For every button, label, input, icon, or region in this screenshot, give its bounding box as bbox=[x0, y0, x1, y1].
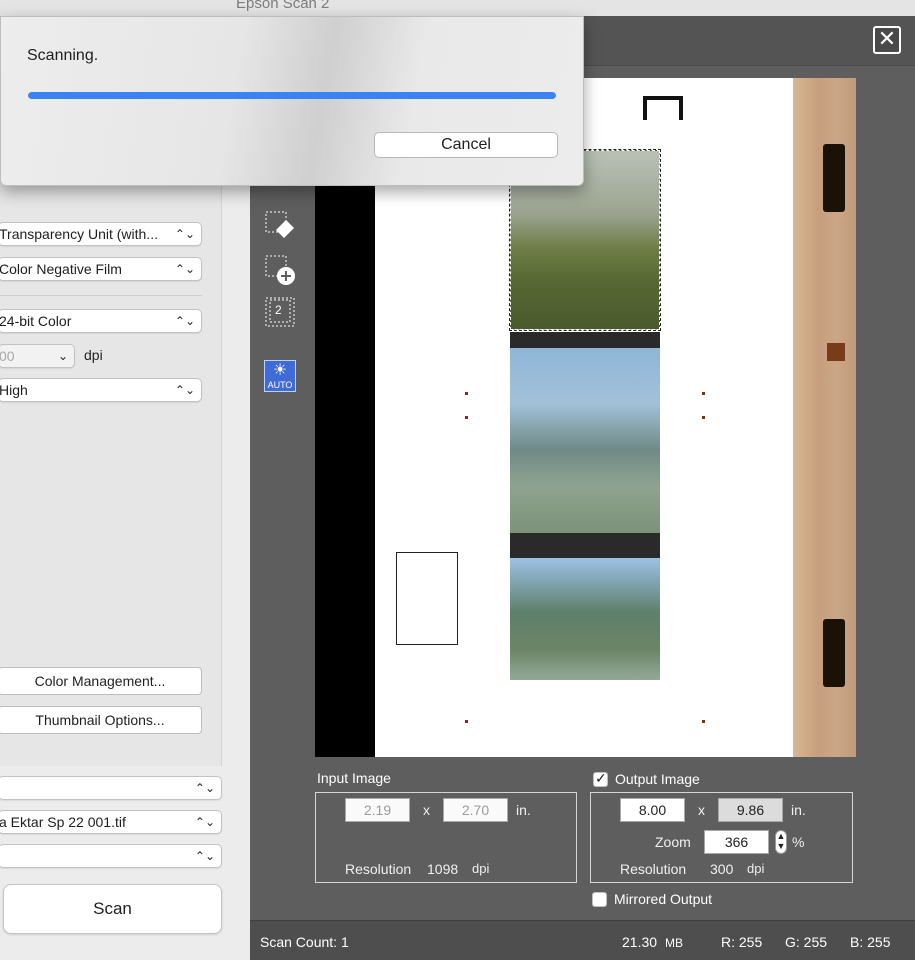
dust-dot bbox=[702, 720, 705, 723]
window-title: Epson Scan 2 bbox=[236, 0, 330, 12]
resolution-select[interactable]: 00 ⌄ bbox=[0, 344, 75, 368]
film-type-value: Color Negative Film bbox=[0, 261, 122, 277]
green-value: G: 255 bbox=[785, 934, 828, 950]
output-width-field[interactable]: 8.00 bbox=[620, 798, 685, 822]
output-resolution-label: Resolution bbox=[620, 861, 687, 877]
divider bbox=[0, 295, 202, 296]
output-image-label: Output Image bbox=[615, 771, 700, 787]
resolution-value: 00 bbox=[0, 348, 15, 364]
thumbnail-options-button[interactable]: Thumbnail Options... bbox=[0, 706, 202, 734]
film-mark bbox=[827, 343, 845, 361]
input-height-field[interactable]: 2.70 bbox=[443, 798, 508, 822]
chevron-updown-icon: ⌃⌄ bbox=[174, 314, 195, 328]
film-frame[interactable] bbox=[510, 558, 660, 680]
corner-marker bbox=[643, 96, 683, 120]
input-x-separator: x bbox=[423, 802, 430, 818]
document-source-value: Transparency Unit (with... bbox=[0, 226, 158, 242]
chevron-updown-icon: ⌃⌄ bbox=[194, 781, 215, 795]
sprocket-hole bbox=[823, 619, 845, 687]
zoom-label: Zoom bbox=[655, 834, 691, 850]
input-image-box: 2.19 x 2.70 in. Resolution 1098 dpi bbox=[315, 792, 577, 883]
auto-exposure-button[interactable]: ☀ AUTO bbox=[264, 360, 296, 392]
frame-gap bbox=[510, 533, 660, 558]
scanning-message: Scanning. bbox=[27, 47, 99, 64]
input-unit: in. bbox=[516, 802, 531, 818]
output-image-checkbox[interactable] bbox=[593, 770, 608, 787]
file-name-value: a Ektar Sp 22 001.tif bbox=[0, 814, 126, 830]
output-folder-select[interactable]: ⌃⌄ bbox=[0, 776, 222, 800]
scan-count: Scan Count: 1 bbox=[260, 934, 349, 950]
document-source-select[interactable]: Transparency Unit (with... ⌃⌄ bbox=[0, 222, 202, 246]
quality-select[interactable]: High ⌃⌄ bbox=[0, 378, 202, 402]
input-image-label: Input Image bbox=[317, 770, 391, 786]
output-resolution-value: 300 bbox=[710, 861, 734, 877]
frame-gap bbox=[510, 332, 660, 348]
copy-marquee-tool[interactable]: 2 bbox=[264, 296, 296, 328]
color-management-button[interactable]: Color Management... bbox=[0, 667, 202, 695]
scan-button[interactable]: Scan bbox=[3, 884, 222, 934]
chevron-updown-icon: ⌃⌄ bbox=[174, 262, 195, 276]
dust-dot bbox=[465, 392, 468, 395]
zoom-stepper[interactable]: ▲ ▼ bbox=[775, 830, 787, 854]
window-titlebar: Epson Scan 2 bbox=[0, 0, 915, 16]
output-x-separator: x bbox=[698, 802, 705, 818]
add-marquee-tool[interactable] bbox=[264, 254, 296, 286]
sun-icon: ☀ bbox=[272, 362, 288, 379]
film-holder-edge bbox=[315, 186, 375, 757]
mirrored-output-checkbox[interactable] bbox=[592, 892, 607, 907]
chevron-down-icon: ⌄ bbox=[57, 349, 68, 363]
progress-bar bbox=[28, 92, 556, 99]
blue-value: B: 255 bbox=[850, 934, 891, 950]
file-size-value: 21.30 bbox=[622, 934, 658, 950]
output-resolution-unit: dpi bbox=[747, 861, 765, 876]
add-marquee-icon bbox=[265, 255, 295, 285]
status-bar: Scan Count: 1 21.30 MB R: 255 G: 255 B: … bbox=[250, 920, 915, 960]
film-type-select[interactable]: Color Negative Film ⌃⌄ bbox=[0, 257, 202, 281]
film-strip-edge bbox=[793, 78, 856, 757]
sprocket-hole bbox=[823, 144, 845, 212]
dust-dot bbox=[702, 416, 705, 419]
chevron-updown-icon: ⌃⌄ bbox=[194, 849, 215, 863]
output-height-field[interactable]: 9.86 bbox=[718, 798, 783, 822]
zoom-unit: % bbox=[792, 834, 805, 850]
frame-count-label: 2 bbox=[275, 303, 282, 317]
red-value: R: 255 bbox=[721, 934, 763, 950]
input-resolution-label: Resolution bbox=[345, 861, 412, 877]
input-resolution-unit: dpi bbox=[472, 861, 490, 876]
mirrored-output-label: Mirrored Output bbox=[614, 891, 713, 907]
dust-dot bbox=[465, 416, 468, 419]
after-scan-select[interactable]: ⌃⌄ bbox=[0, 844, 222, 868]
output-image-box: 8.00 x 9.86 in. Zoom 366 ▲ ▼ % Resolution… bbox=[590, 792, 853, 883]
close-icon: ✕ bbox=[877, 26, 897, 51]
close-button[interactable]: ✕ bbox=[873, 26, 901, 54]
dust-dot bbox=[465, 720, 468, 723]
file-size-unit: MB bbox=[665, 936, 683, 950]
resolution-unit: dpi bbox=[84, 347, 103, 363]
output-unit: in. bbox=[791, 802, 806, 818]
image-type-value: 24-bit Color bbox=[0, 313, 72, 329]
chevron-updown-icon: ⌃⌄ bbox=[174, 383, 195, 397]
input-resolution-value: 1098 bbox=[427, 861, 459, 877]
auto-label: AUTO bbox=[267, 380, 293, 390]
reference-box bbox=[396, 552, 458, 645]
scanning-dialog: Scanning. Cancel bbox=[0, 16, 584, 186]
chevron-updown-icon: ⌃⌄ bbox=[174, 227, 195, 241]
image-type-select[interactable]: 24-bit Color ⌃⌄ bbox=[0, 309, 202, 333]
chevron-updown-icon: ⌃⌄ bbox=[194, 815, 215, 829]
rotate-erase-tool[interactable] bbox=[264, 210, 296, 242]
progress-fill bbox=[28, 92, 556, 99]
cancel-button[interactable]: Cancel bbox=[374, 132, 558, 158]
quality-value: High bbox=[0, 382, 28, 398]
dust-dot bbox=[702, 392, 705, 395]
eraser-icon bbox=[265, 211, 294, 238]
file-name-select[interactable]: a Ektar Sp 22 001.tif ⌃⌄ bbox=[0, 810, 222, 834]
zoom-field[interactable]: 366 bbox=[704, 830, 769, 854]
input-width-field[interactable]: 2.19 bbox=[345, 798, 410, 822]
film-frame[interactable] bbox=[510, 348, 660, 533]
